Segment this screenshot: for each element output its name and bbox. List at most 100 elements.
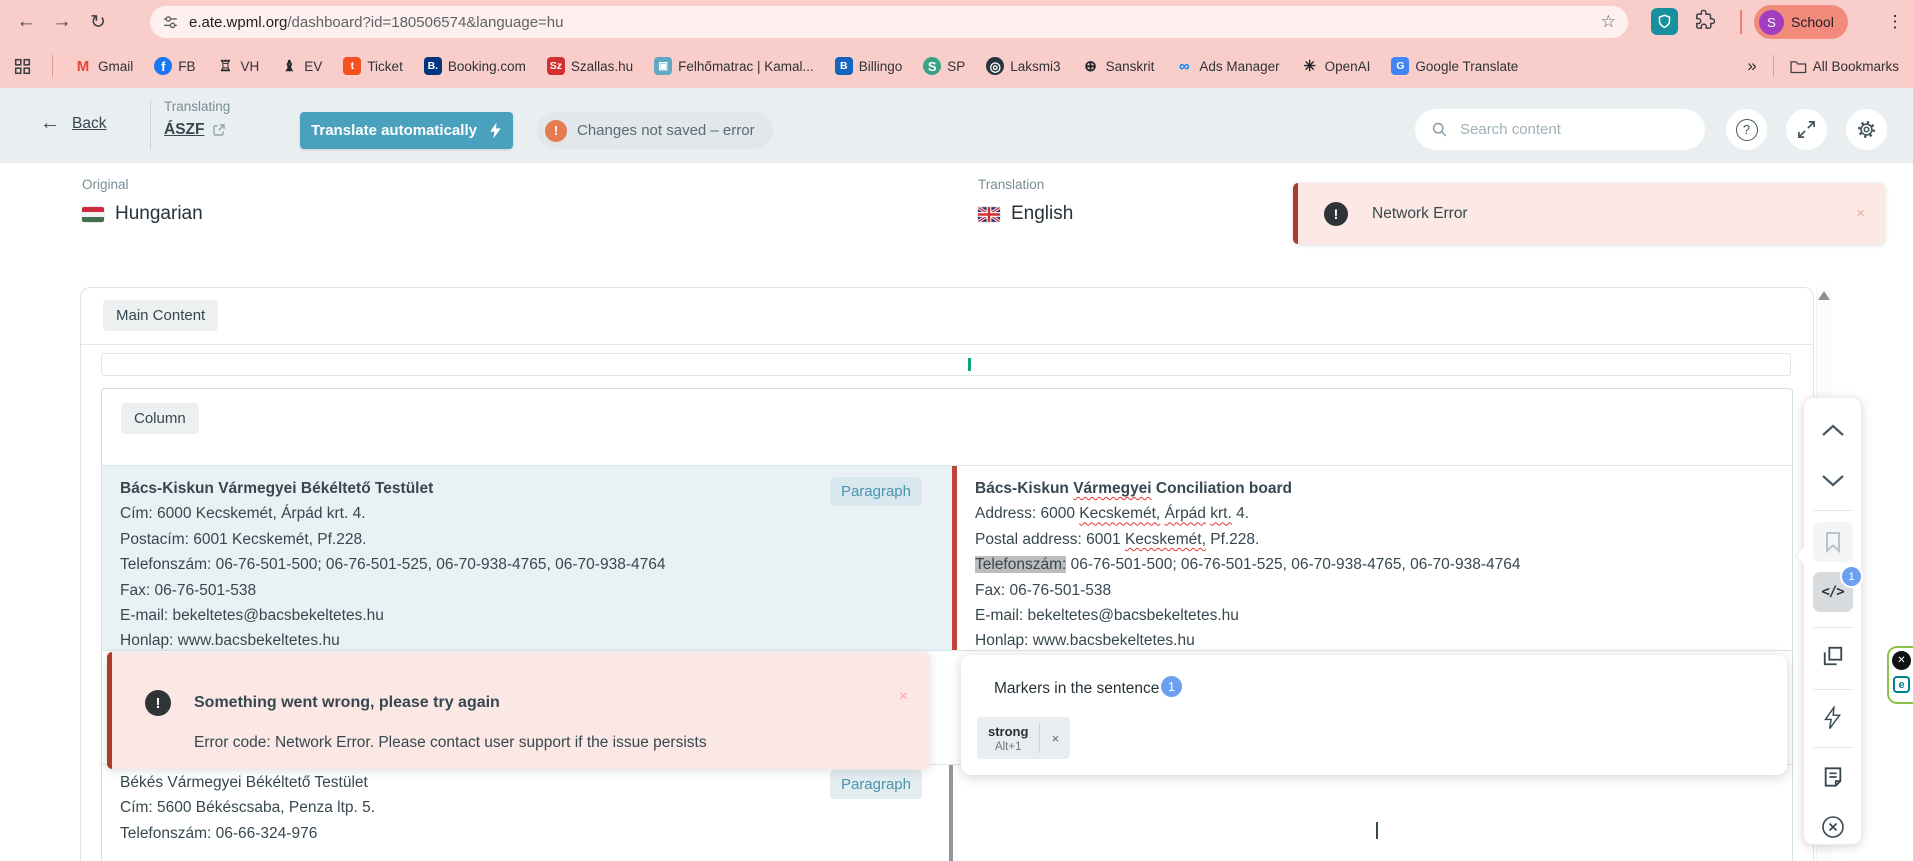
browser-reload-icon[interactable]: ↻ — [80, 4, 116, 40]
text-line: Bács-Kiskun Vármegyei Békéltető Testület — [120, 480, 434, 497]
sidebar-divider — [1813, 747, 1852, 748]
external-link-icon[interactable] — [212, 123, 226, 137]
text-line: E-mail: bekeltetes@bacsbekeltetes.hu — [120, 607, 384, 625]
laksmi3-favicon: ◎ — [986, 57, 1005, 75]
fullscreen-button[interactable] — [1786, 109, 1827, 150]
document-title-link[interactable]: ÁSZF — [164, 121, 204, 139]
settings-button[interactable] — [1846, 109, 1887, 150]
address-bar[interactable]: e.ate.wpml.org/dashboard?id=180506574&la… — [150, 6, 1628, 38]
bookmark-item[interactable]: ♝ EV — [280, 57, 323, 75]
toast-message: Network Error — [1372, 204, 1468, 222]
extension-e-icon[interactable]: e — [1893, 676, 1910, 693]
code-icon: </> — [1821, 584, 1844, 600]
browser-forward-icon[interactable]: → — [44, 4, 80, 40]
error-alert-icon: ! — [1324, 201, 1348, 226]
text-line: Address: 6000 Kecskemét, Árpád krt. 4. — [975, 505, 1250, 523]
bookmark-label: Felhőmatrac | Kamal... — [678, 58, 814, 74]
bookmarks-overflow-icon[interactable]: » — [1747, 56, 1756, 76]
source-cell[interactable]: Bács-Kiskun Vármegyei Békéltető Testület… — [102, 466, 952, 650]
bookmark-item[interactable]: ▣ Felhőmatrac | Kamal... — [654, 57, 814, 75]
previous-segment-button[interactable] — [1813, 415, 1853, 445]
bookmark-item[interactable]: S SP — [923, 57, 965, 75]
site-settings-icon[interactable] — [162, 14, 179, 31]
bookmark-label: Laksmi3 — [1010, 58, 1061, 74]
segment-row-active: Bács-Kiskun Vármegyei Békéltető Testület… — [102, 465, 1792, 651]
code-badge-count: 1 — [1840, 565, 1863, 588]
bookmark-item[interactable]: t Ticket — [343, 57, 403, 75]
shield-extension-icon[interactable] — [1651, 8, 1678, 35]
translation-language: English — [978, 203, 1073, 225]
meta-favicon: ∞ — [1178, 57, 1190, 75]
notes-button[interactable] — [1813, 761, 1853, 793]
marker-name: strong — [988, 723, 1029, 739]
dismiss-button[interactable] — [1813, 810, 1853, 844]
bookmark-label: Szallas.hu — [570, 58, 634, 74]
back-button[interactable]: ← Back — [40, 112, 106, 135]
browser-menu-icon[interactable]: ⋮ — [1882, 8, 1908, 36]
bookmark-item[interactable]: ⊕ Sanskrit — [1082, 57, 1154, 75]
bookmark-label: Google Translate — [1415, 58, 1519, 74]
memo-icon — [1824, 767, 1841, 787]
bookmark-item[interactable]: ✳ OpenAI — [1301, 57, 1370, 75]
bookmark-item[interactable]: M Gmail — [74, 57, 134, 75]
target-text: Bács-Kiskun Vármegyei Conciliation board… — [957, 466, 1792, 654]
bookmark-label: Booking.com — [447, 58, 526, 74]
extension-close-icon[interactable]: ✕ — [1892, 651, 1911, 670]
help-icon: ? — [1735, 118, 1758, 141]
warning-icon: ! — [545, 119, 567, 142]
bookmark-item[interactable]: ♖ VH — [217, 57, 260, 75]
bookmark-item[interactable]: B Billingo — [834, 57, 903, 75]
facebook-favicon: f — [154, 57, 173, 75]
ev-favicon: ♝ — [282, 57, 297, 75]
scroll-up-arrow[interactable] — [1818, 291, 1830, 300]
bookmark-item[interactable]: ◎ Laksmi3 — [986, 57, 1061, 75]
empty-segment-row[interactable] — [101, 353, 1791, 376]
error-body: Error code: Network Error. Please contac… — [194, 734, 707, 751]
bookmarks-bar: M Gmail f FB ♖ VH ♝ EV t Ticket B. Booking.com Sz Sza… — [0, 44, 1913, 88]
help-button[interactable]: ? — [1726, 109, 1767, 150]
bookmark-star-icon[interactable]: ☆ — [1601, 12, 1616, 32]
toast-close-icon[interactable]: × — [1856, 205, 1865, 222]
search-content-field[interactable] — [1415, 109, 1705, 150]
booking-favicon: B. — [423, 57, 442, 75]
all-bookmarks-button[interactable]: All Bookmarks — [1790, 59, 1899, 74]
search-input[interactable] — [1458, 120, 1662, 139]
browser-profile-button[interactable]: S School — [1754, 5, 1848, 39]
sidebar-divider — [1813, 689, 1852, 690]
extensions-icon[interactable] — [1694, 9, 1715, 30]
auto-translate-segment-button[interactable] — [1813, 702, 1853, 734]
browser-back-icon[interactable]: ← — [8, 4, 44, 40]
bookmark-item[interactable]: G Google Translate — [1391, 57, 1518, 75]
text-line: Honlap: www.bacsbekeltetes.hu — [120, 632, 340, 650]
source-text: Bács-Kiskun Vármegyei Békéltető Testület… — [102, 466, 952, 654]
next-segment-button[interactable] — [1813, 465, 1853, 495]
text-line: Telefonszám: 06-76-501-500; 06-76-501-52… — [120, 556, 666, 574]
source-cell[interactable]: Békés Vármegyei Békéltető Testület Cím: 5… — [102, 765, 949, 861]
openai-favicon: ✳ — [1303, 57, 1316, 75]
column-chip: Column — [121, 403, 199, 434]
target-cell-empty[interactable] — [953, 765, 1792, 861]
back-arrow-icon: ← — [40, 112, 60, 134]
bookmark-item[interactable]: Sz Szallas.hu — [546, 57, 634, 75]
bookmark-item[interactable]: f FB — [154, 57, 196, 75]
marker-remove-icon[interactable]: × — [1040, 717, 1070, 759]
sanskrit-favicon: ⊕ — [1084, 57, 1097, 75]
error-close-icon[interactable]: × — [899, 688, 908, 706]
text-line: Fax: 06-76-501-538 — [120, 581, 257, 599]
bookmark-item[interactable]: ∞ Ads Manager — [1175, 57, 1280, 75]
ate-toolbar: ← Back Translating ÁSZF Translate automa… — [0, 88, 1913, 163]
billingo-favicon: B — [834, 57, 853, 75]
translate-automatically-button[interactable]: Translate automatically — [300, 112, 513, 149]
hungarian-flag-icon — [82, 206, 104, 222]
cursor-mark — [968, 358, 971, 371]
bookmark-segment-button[interactable] — [1812, 522, 1853, 562]
copy-source-button[interactable] — [1813, 640, 1853, 672]
text-line: E-mail: bekeltetes@bacsbekeltetes.hu — [975, 607, 1239, 625]
target-cell[interactable]: Bács-Kiskun Vármegyei Conciliation board… — [957, 466, 1792, 650]
apps-grid-icon[interactable] — [14, 58, 31, 75]
marker-chip-strong[interactable]: strong Alt+1 × — [977, 717, 1071, 759]
bookmark-label: Billingo — [858, 58, 903, 74]
text-line: Postal address: 6001 Kecskemét, Pf.228. — [975, 530, 1260, 548]
markers-panel: Markers in the sentence 1 strong Alt+1 × — [961, 655, 1787, 775]
bookmark-item[interactable]: B. Booking.com — [423, 57, 526, 75]
